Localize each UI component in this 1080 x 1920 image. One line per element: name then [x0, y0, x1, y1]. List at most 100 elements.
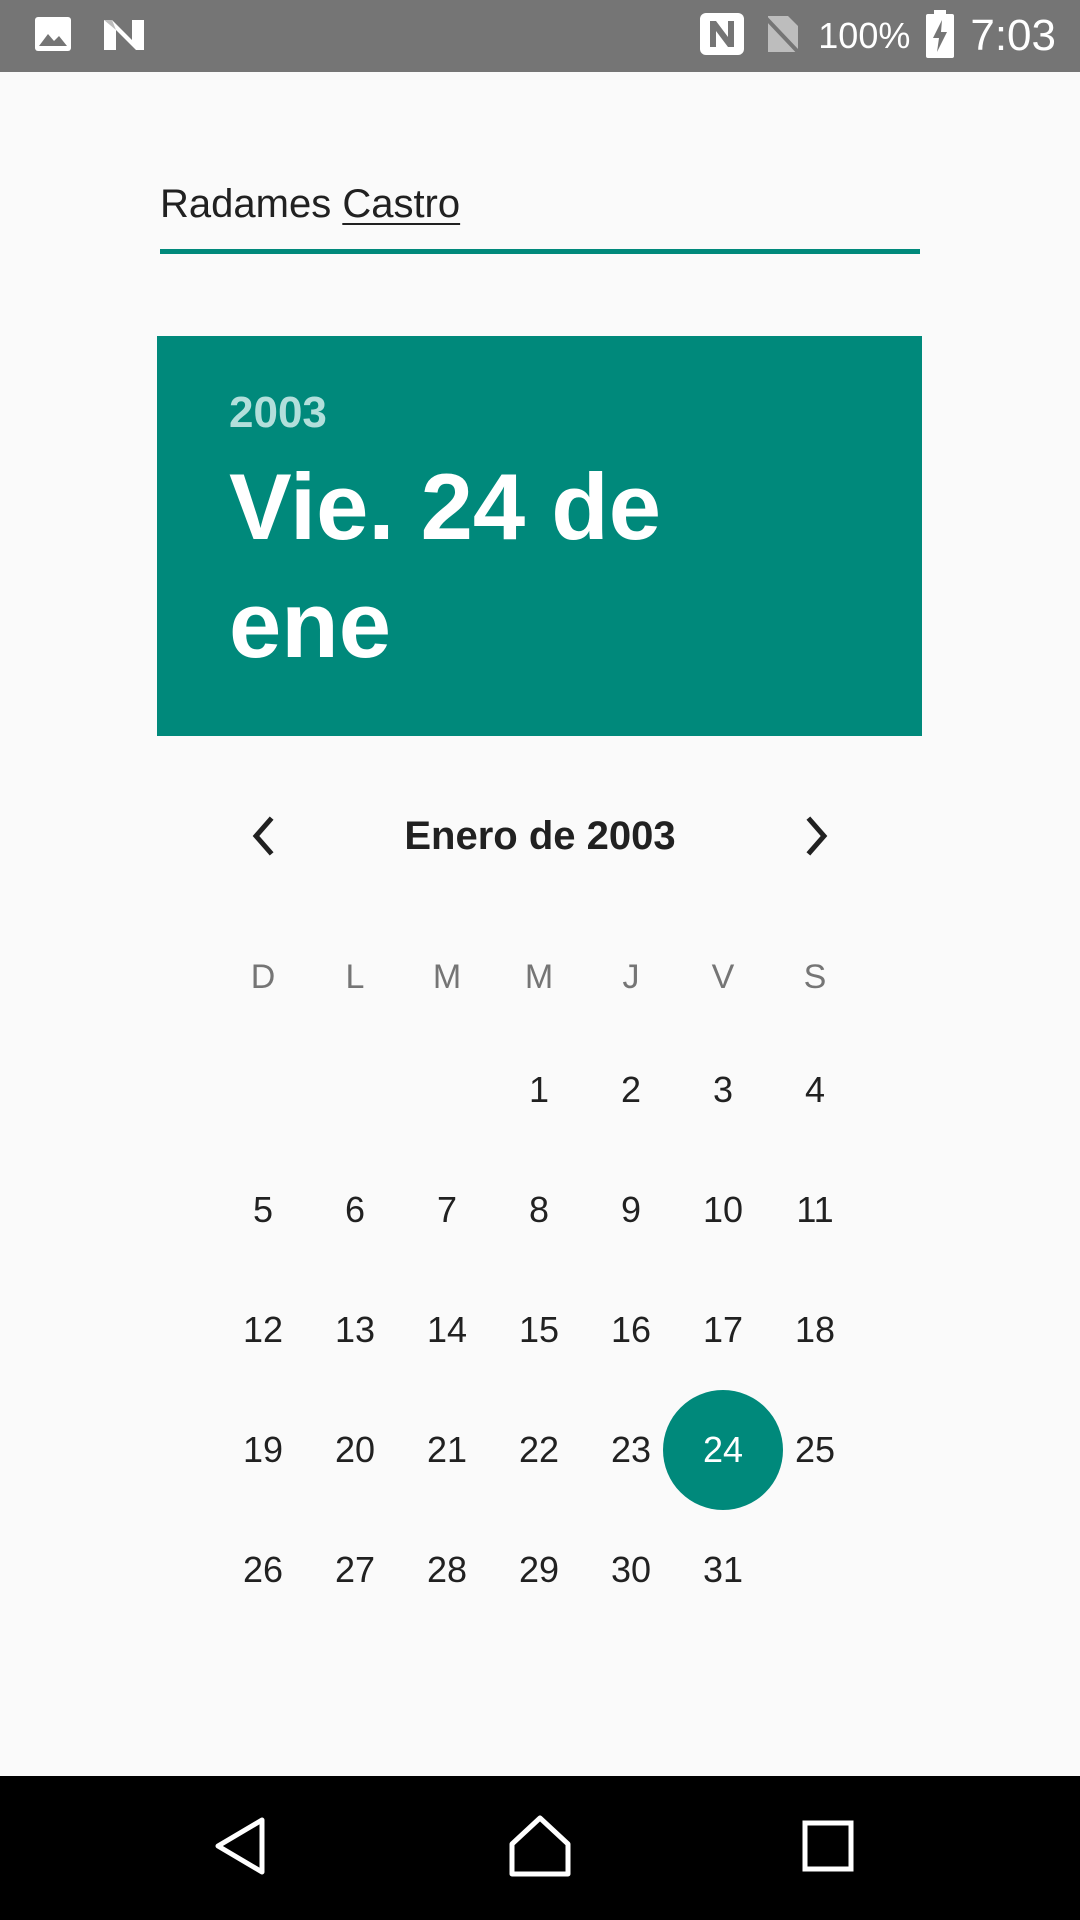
battery-charging-icon	[926, 9, 955, 63]
day-cell[interactable]: 13	[309, 1270, 401, 1390]
day-number: 23	[610, 1429, 652, 1470]
day-cell[interactable]: 1	[493, 1030, 585, 1150]
empty-day-cell	[217, 1030, 309, 1150]
day-number: 26	[242, 1549, 284, 1590]
day-number: 9	[620, 1189, 642, 1230]
status-bar-right: 100% 7:03	[698, 0, 1056, 72]
day-cell[interactable]: 30	[585, 1510, 677, 1630]
day-cell[interactable]: 20	[309, 1390, 401, 1510]
day-number: 12	[242, 1309, 284, 1350]
day-number: 3	[712, 1069, 734, 1110]
calendar-grid: D L M M J V S 1 2 3 4 5 6 7 8 9 10 11 12 13 14 15 16 17 1…	[217, 924, 861, 1630]
day-number: 28	[426, 1549, 468, 1590]
day-number: 6	[344, 1189, 366, 1230]
weekday-header: D L M M J V S	[217, 924, 861, 1030]
status-bar-left	[34, 0, 146, 72]
empty-day-cell	[401, 1030, 493, 1150]
day-cell[interactable]: 27	[309, 1510, 401, 1630]
status-time: 7:03	[970, 11, 1056, 60]
nfc-icon	[698, 11, 746, 62]
battery-percent: 100%	[818, 15, 911, 56]
weekday-label: D	[250, 958, 276, 996]
day-cell[interactable]: 5	[217, 1150, 309, 1270]
day-number: 20	[334, 1429, 376, 1470]
day-number: 19	[242, 1429, 284, 1470]
day-cell-selected[interactable]: 24	[663, 1390, 783, 1510]
day-cell[interactable]: 18	[769, 1270, 861, 1390]
day-number: 10	[702, 1189, 744, 1230]
day-cell[interactable]: 21	[401, 1390, 493, 1510]
day-cell[interactable]: 2	[585, 1030, 677, 1150]
weekday-label: V	[711, 958, 735, 996]
day-number: 7	[436, 1189, 458, 1230]
name-field[interactable]: Radames Castro	[160, 170, 920, 254]
day-cell[interactable]: 11	[769, 1150, 861, 1270]
header-year[interactable]: 2003	[229, 388, 327, 438]
day-number: 1	[528, 1069, 550, 1110]
day-cell[interactable]: 19	[217, 1390, 309, 1510]
weekday-label: L	[345, 958, 365, 996]
weekday-label: M	[524, 958, 554, 996]
month-title: Enero de 2003	[404, 814, 676, 858]
day-number: 21	[426, 1429, 468, 1470]
empty-day-cell	[309, 1030, 401, 1150]
month-navigation: Enero de 2003	[228, 790, 852, 886]
day-number: 24	[702, 1429, 744, 1470]
navigation-bar	[0, 1776, 1080, 1920]
day-cell[interactable]: 7	[401, 1150, 493, 1270]
no-sim-icon	[762, 12, 802, 61]
day-cell[interactable]: 14	[401, 1270, 493, 1390]
day-number: 29	[518, 1549, 560, 1590]
weekday-label: S	[803, 958, 827, 996]
back-icon	[212, 1816, 268, 1881]
day-cell[interactable]: 3	[677, 1030, 769, 1150]
day-cell[interactable]: 26	[217, 1510, 309, 1630]
day-number: 13	[334, 1309, 376, 1350]
day-cell[interactable]: 16	[585, 1270, 677, 1390]
day-cell[interactable]: 31	[677, 1510, 769, 1630]
home-button[interactable]	[504, 1812, 576, 1884]
chevron-right-icon	[798, 815, 834, 861]
first-name-text: Radames	[160, 182, 343, 226]
recents-icon	[802, 1820, 854, 1877]
day-cell[interactable]: 10	[677, 1150, 769, 1270]
image-icon	[34, 16, 72, 57]
day-number: 22	[518, 1429, 560, 1470]
day-cell[interactable]: 4	[769, 1030, 861, 1150]
home-icon	[508, 1814, 572, 1883]
name-field-value[interactable]: Radames Castro	[160, 182, 460, 227]
day-number: 15	[518, 1309, 560, 1350]
day-cell[interactable]: 22	[493, 1390, 585, 1510]
recents-button[interactable]	[792, 1812, 864, 1884]
day-number: 5	[252, 1189, 274, 1230]
header-date[interactable]: Vie. 24 de ene	[229, 448, 789, 684]
day-number: 25	[794, 1429, 836, 1470]
day-cell[interactable]: 8	[493, 1150, 585, 1270]
day-number: 11	[796, 1189, 834, 1230]
day-cell[interactable]: 29	[493, 1510, 585, 1630]
day-number: 31	[702, 1549, 744, 1590]
day-number: 27	[334, 1549, 376, 1590]
back-button[interactable]	[204, 1812, 276, 1884]
date-picker-header: 2003 Vie. 24 de ene	[157, 336, 922, 736]
day-number: 8	[528, 1189, 550, 1230]
n-logo-icon	[102, 16, 146, 57]
next-month-button[interactable]	[786, 808, 846, 868]
day-cell[interactable]: 15	[493, 1270, 585, 1390]
status-bar: 100% 7:03	[0, 0, 1080, 72]
day-cell[interactable]: 25	[769, 1390, 861, 1510]
day-number: 4	[804, 1069, 826, 1110]
day-cell[interactable]: 6	[309, 1150, 401, 1270]
day-cell[interactable]: 12	[217, 1270, 309, 1390]
day-cell[interactable]: 17	[677, 1270, 769, 1390]
day-number: 16	[610, 1309, 652, 1350]
last-name-text: Castro	[342, 182, 461, 226]
day-cell[interactable]: 28	[401, 1510, 493, 1630]
name-field-underline	[160, 249, 920, 254]
day-number: 2	[620, 1069, 642, 1110]
day-number: 14	[426, 1309, 468, 1350]
day-number: 17	[702, 1309, 744, 1350]
weekday-label: J	[622, 958, 640, 996]
weekday-label: M	[432, 958, 462, 996]
day-cell[interactable]: 9	[585, 1150, 677, 1270]
